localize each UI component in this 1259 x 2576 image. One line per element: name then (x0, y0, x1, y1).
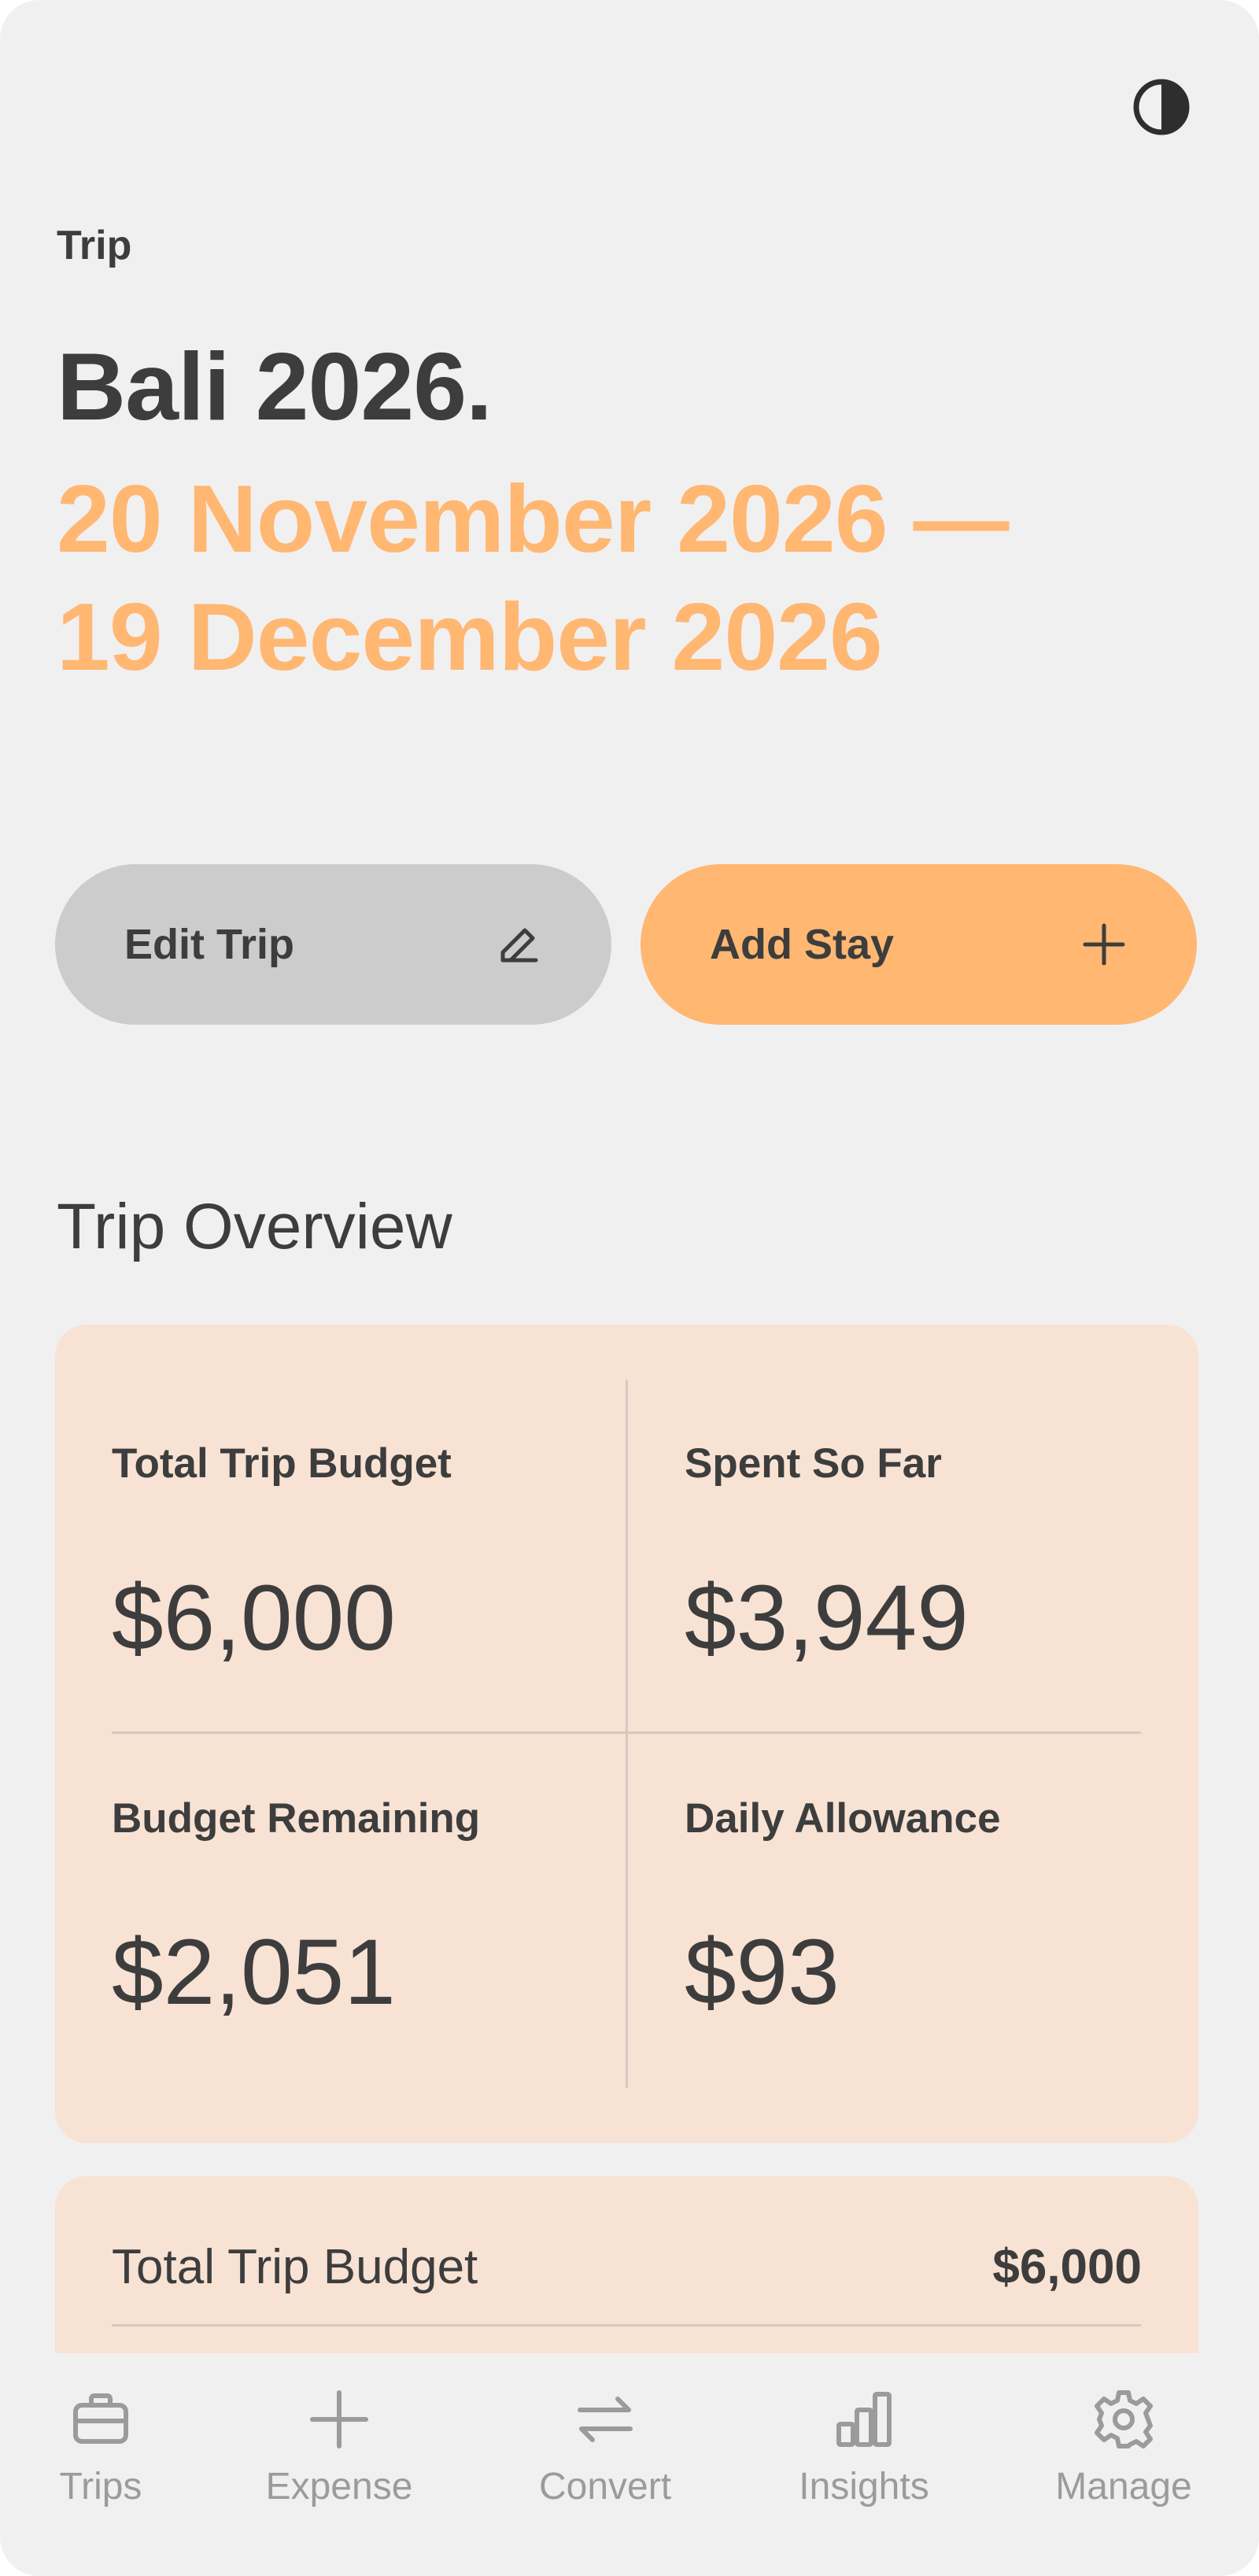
row-label-total-budget: Total Trip Budget (112, 2240, 478, 2294)
half-circle-contrast-icon (1133, 79, 1190, 135)
gear-icon (1095, 2390, 1153, 2448)
vertical-divider (626, 1380, 628, 2088)
edit-trip-button[interactable]: Edit Trip (55, 864, 611, 1025)
stat-label-daily-allowance: Daily Allowance (685, 1795, 1001, 1842)
nav-item-convert[interactable]: Convert (503, 2386, 707, 2528)
overview-card: Total Trip Budget $6,000 Spent So Far $3… (55, 1325, 1198, 2143)
stat-value-spent: $3,949 (685, 1566, 969, 1670)
nav-item-insights[interactable]: Insights (762, 2386, 966, 2528)
add-stay-button[interactable]: Add Stay (641, 864, 1197, 1025)
swap-arrows-icon (578, 2397, 633, 2442)
stat-label-remaining: Budget Remaining (112, 1795, 481, 1842)
trip-name: Bali 2026. (57, 333, 493, 440)
add-stay-label: Add Stay (710, 921, 895, 968)
row-value-total-budget: $6,000 (992, 2240, 1142, 2294)
bottom-nav: Trips Expense Convert Insights Manage (0, 2353, 1259, 2576)
trip-date-start: 20 November 2026 — (57, 465, 1009, 572)
nav-item-expense[interactable]: Expense (237, 2386, 441, 2528)
nav-label-expense: Expense (265, 2466, 413, 2508)
pencil-icon (500, 928, 538, 963)
stat-value-daily-allowance: $93 (685, 1920, 840, 2024)
stat-value-remaining: $2,051 (112, 1920, 396, 2024)
stat-label-total-budget: Total Trip Budget (112, 1440, 452, 1487)
trip-date-end: 19 December 2026 (57, 583, 883, 690)
row-divider (112, 2324, 1141, 2327)
briefcase-icon (73, 2393, 128, 2444)
stat-value-total-budget: $6,000 (112, 1566, 396, 1670)
theme-toggle-button[interactable] (1132, 77, 1191, 137)
nav-label-insights: Insights (799, 2466, 929, 2508)
edit-trip-label: Edit Trip (124, 921, 294, 968)
trip-dates: 20 November 2026 — 19 December 2026 (57, 460, 1221, 696)
trip-detail-screen: Trip Bali 2026. 20 November 2026 — 19 De… (0, 0, 1259, 2576)
nav-label-trips: Trips (59, 2466, 142, 2508)
bar-chart-icon (836, 2392, 892, 2447)
overview-title: Trip Overview (57, 1191, 452, 1262)
plus-icon (1083, 923, 1125, 966)
nav-item-manage[interactable]: Manage (1021, 2386, 1226, 2528)
nav-label-manage: Manage (1055, 2466, 1192, 2508)
horizontal-divider (112, 1732, 1141, 1734)
nav-item-trips[interactable]: Trips (0, 2386, 203, 2528)
nav-label-convert: Convert (538, 2466, 672, 2508)
plus-icon (310, 2390, 368, 2448)
stat-label-spent: Spent So Far (685, 1440, 942, 1487)
section-label: Trip (57, 223, 132, 268)
